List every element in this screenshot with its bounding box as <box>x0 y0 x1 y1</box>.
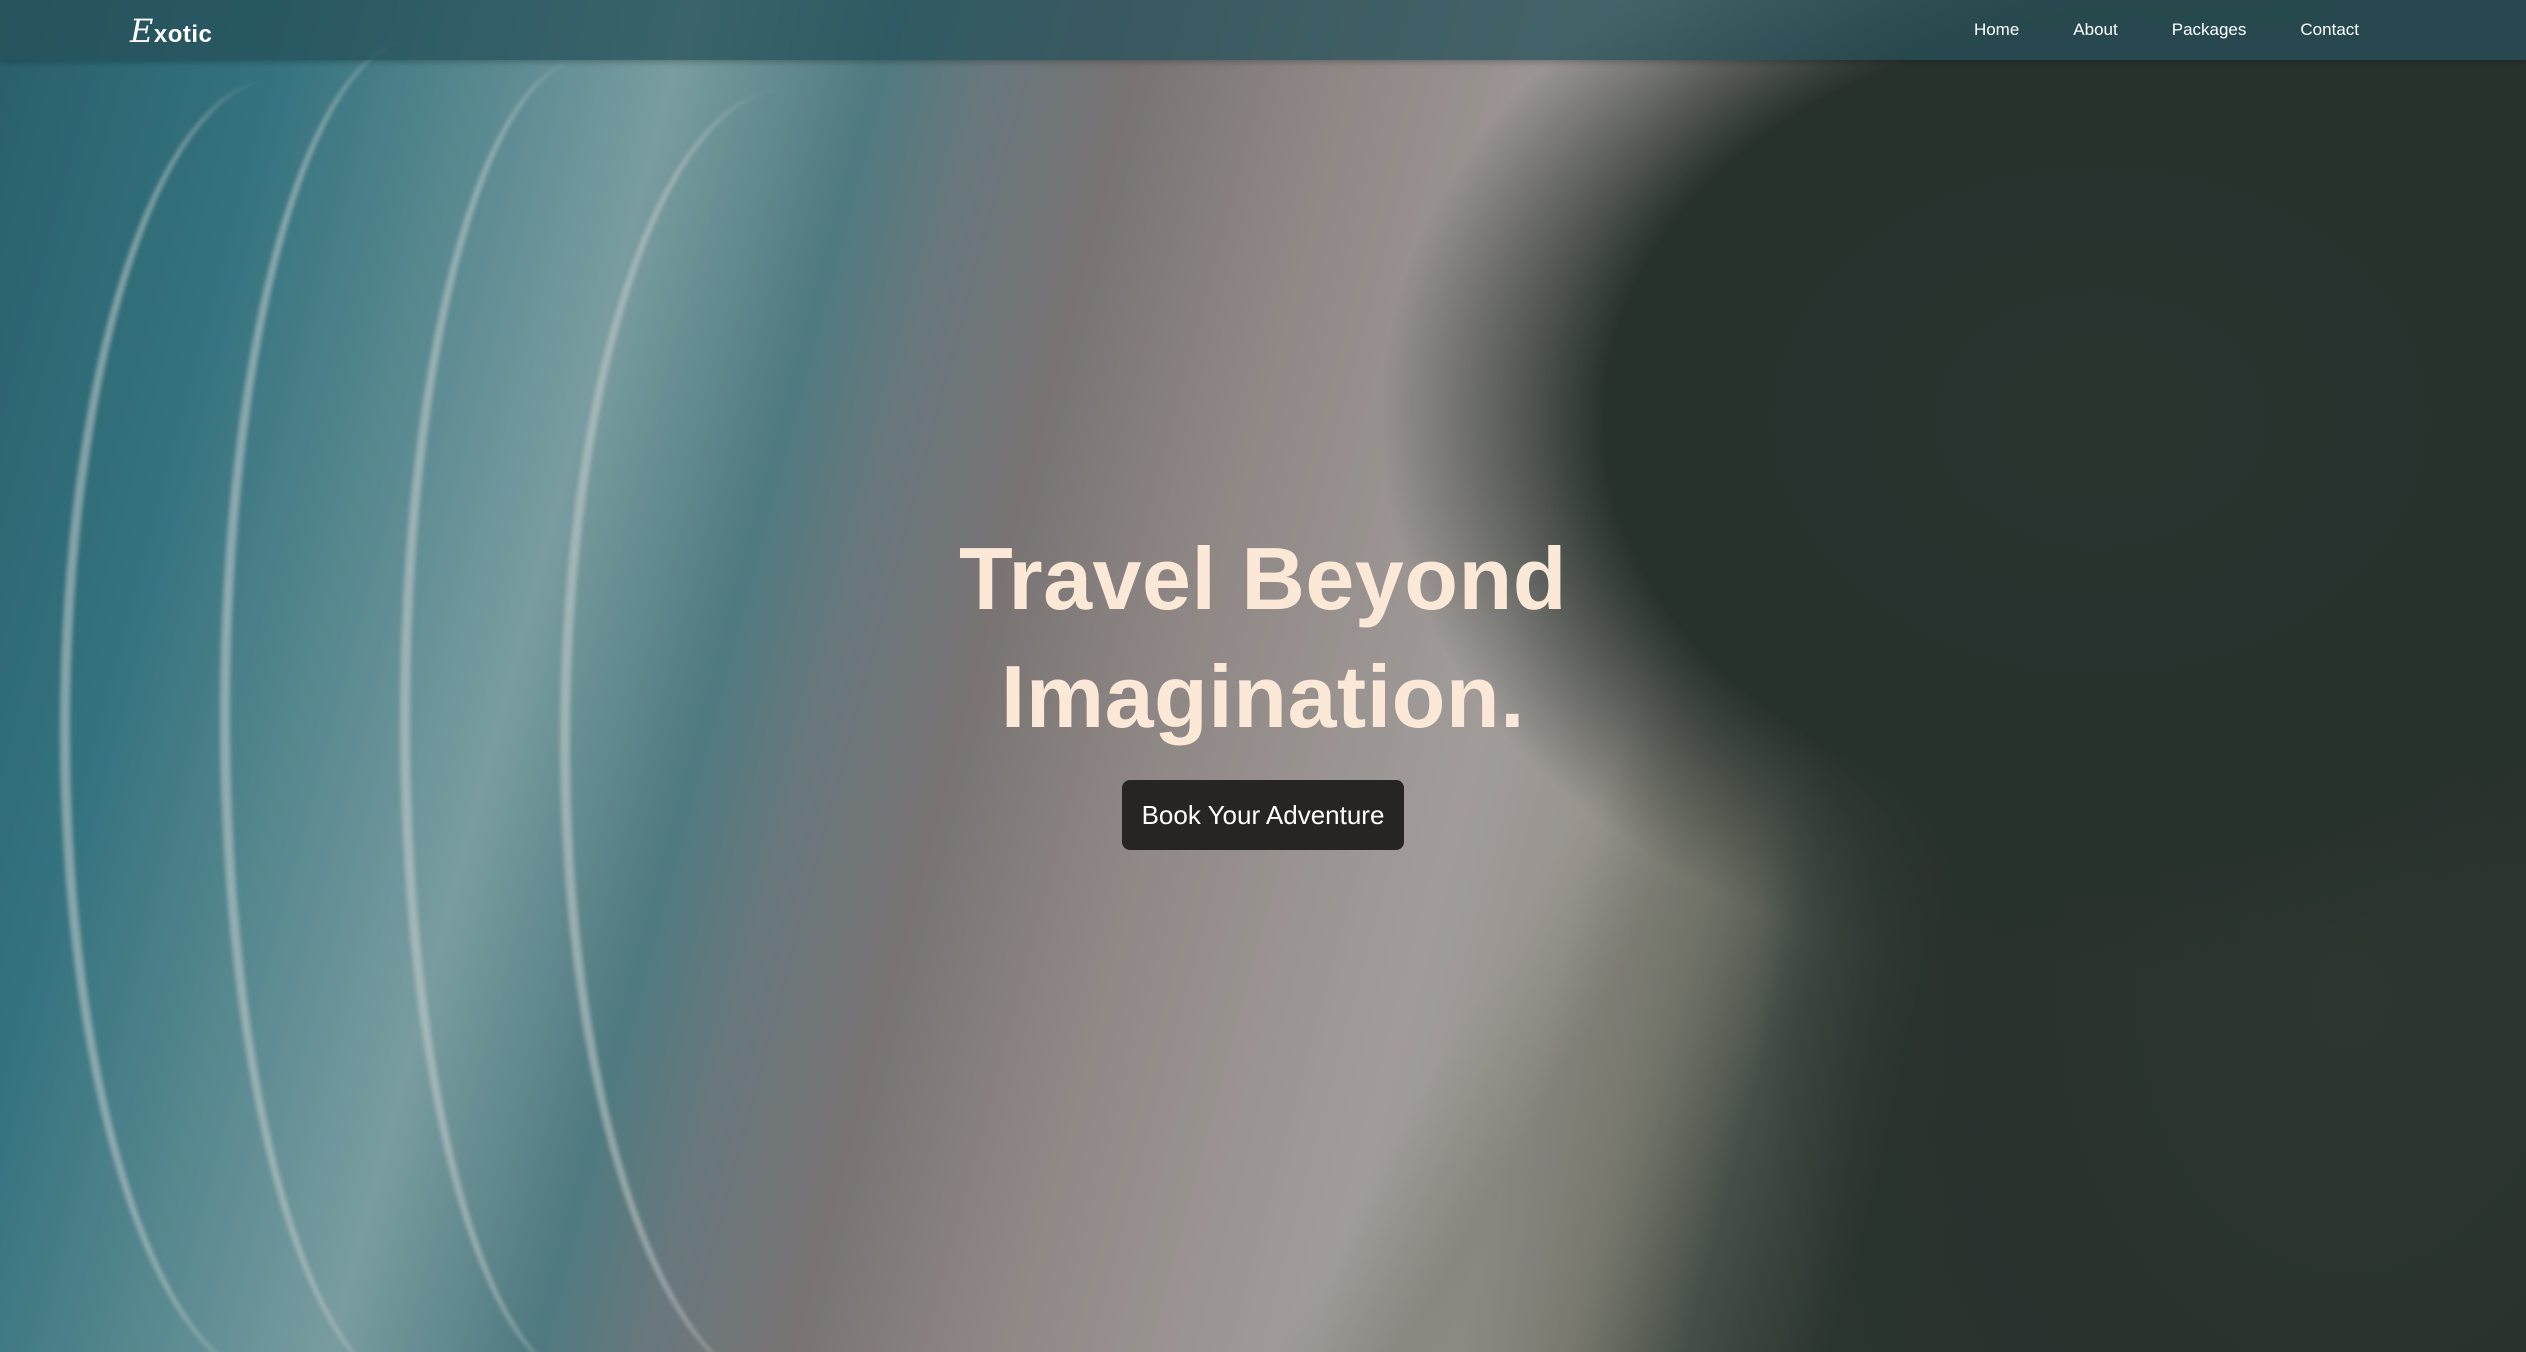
book-adventure-button[interactable]: Book Your Adventure <box>1121 780 1405 850</box>
logo-text: xotic <box>153 21 213 48</box>
nav-link-contact[interactable]: Contact <box>2273 20 2386 40</box>
hero-title-line-1: Travel Beyond <box>958 529 1568 628</box>
nav-link-about[interactable]: About <box>2046 20 2144 40</box>
site-logo[interactable]: Exotic <box>130 12 212 50</box>
nav-menu: Home About Packages Contact <box>1947 0 2386 60</box>
hero-title-line-2: Imagination. <box>1000 647 1526 746</box>
top-navbar: Exotic Home About Packages Contact <box>0 0 2526 60</box>
logo-initial: E <box>130 12 154 50</box>
nav-link-packages[interactable]: Packages <box>2145 20 2274 40</box>
hero-section: Travel Beyond Imagination. Book Your Adv… <box>0 520 2526 850</box>
page: Exotic Home About Packages Contact Trave… <box>0 0 2526 1352</box>
nav-link-home[interactable]: Home <box>1947 20 2046 40</box>
hero-title: Travel Beyond Imagination. <box>0 520 2526 756</box>
